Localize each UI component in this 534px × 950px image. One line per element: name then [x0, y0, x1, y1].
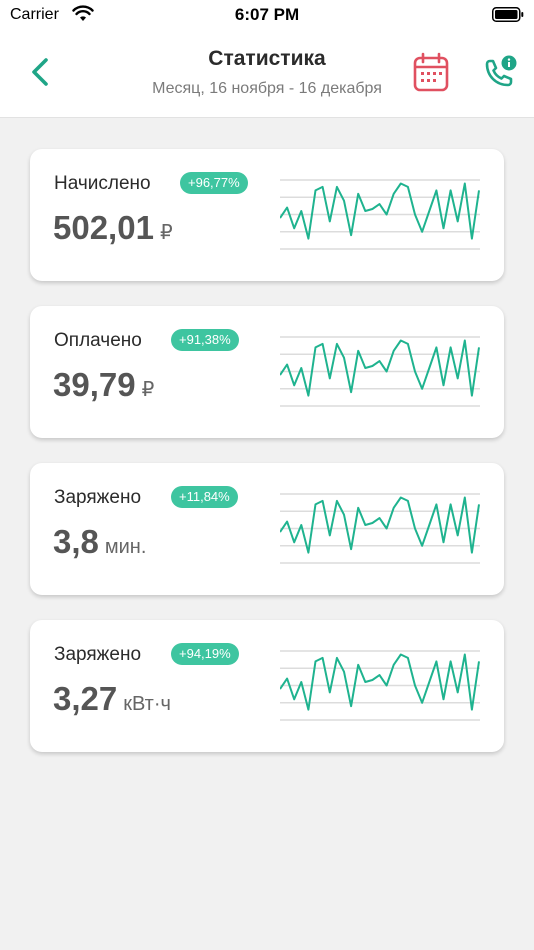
- navigation-header: Статистика Месяц, 16 ноября - 16 декабря: [0, 30, 534, 118]
- period-subtitle[interactable]: Месяц, 16 ноября - 16 декабря: [0, 80, 534, 98]
- card-value-line: 3,8 мин.: [53, 523, 146, 561]
- change-badge: +94,19%: [171, 643, 239, 665]
- card-value: 3,27: [53, 680, 118, 717]
- stat-card-paid[interactable]: Оплачено +91,38% 39,79 ₽: [30, 306, 504, 438]
- trend-sparkline: [280, 336, 480, 407]
- card-value: 3,8: [53, 523, 99, 560]
- card-title: Заряжено: [54, 644, 142, 665]
- calendar-icon[interactable]: [412, 52, 450, 94]
- stat-card-accrued[interactable]: Начислено +96,77% 502,01 ₽: [30, 149, 504, 281]
- status-time: 6:07 PM: [234, 5, 300, 24]
- sparkline-series: [280, 653, 480, 711]
- battery-icon: [492, 7, 524, 22]
- phone-info-icon[interactable]: [478, 52, 520, 94]
- sparkline-series: [280, 496, 480, 554]
- sparkline-series: [280, 182, 480, 240]
- trend-sparkline: [280, 493, 480, 564]
- change-badge: +91,38%: [171, 329, 239, 351]
- stat-card-charged-time[interactable]: Заряжено +11,84% 3,8 мин.: [30, 463, 504, 595]
- card-unit: ₽: [141, 379, 155, 401]
- sparkline-series: [280, 339, 480, 397]
- card-value: 39,79: [53, 366, 136, 403]
- card-value: 502,01: [53, 209, 154, 246]
- card-value-line: 39,79 ₽: [53, 366, 154, 404]
- card-value-line: 502,01 ₽: [53, 209, 173, 247]
- change-badge: +11,84%: [171, 486, 238, 508]
- card-unit: мин.: [104, 536, 147, 558]
- card-title: Начислено: [54, 173, 151, 194]
- page-title: Статистика: [208, 47, 326, 70]
- card-unit: кВт·ч: [123, 693, 171, 715]
- trend-sparkline: [280, 179, 480, 250]
- card-value-line: 3,27 кВт·ч: [53, 680, 171, 718]
- card-title: Заряжено: [54, 487, 142, 508]
- change-badge: +96,77%: [180, 172, 248, 194]
- card-unit: ₽: [159, 222, 173, 244]
- trend-sparkline: [280, 650, 480, 721]
- stat-card-charged-energy[interactable]: Заряжено +94,19% 3,27 кВт·ч: [30, 620, 504, 752]
- card-title: Оплачено: [54, 330, 142, 351]
- status-bar: Carrier 6:07 PM: [0, 0, 534, 30]
